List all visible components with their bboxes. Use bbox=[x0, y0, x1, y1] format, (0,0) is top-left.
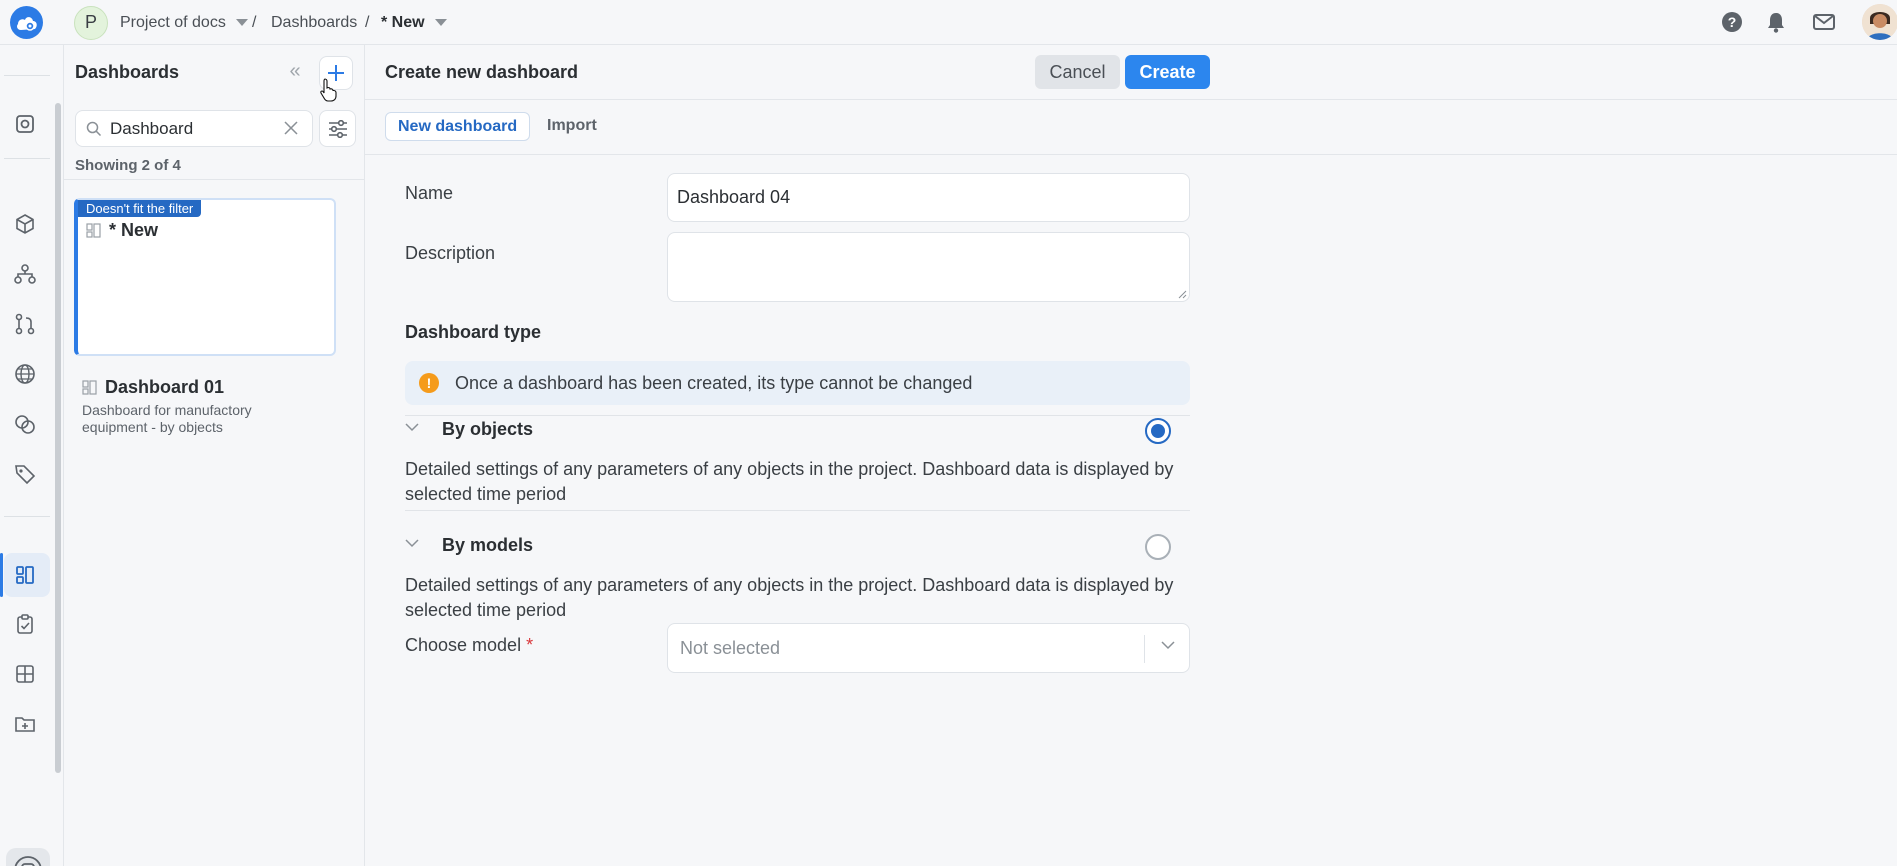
description-label: Description bbox=[405, 243, 496, 263]
collapse-panel-icon[interactable]: « bbox=[284, 61, 306, 83]
tab-import[interactable]: Import bbox=[535, 112, 609, 141]
dashboards-icon[interactable] bbox=[12, 562, 38, 588]
sliders-icon bbox=[328, 119, 347, 138]
rail-active-indicator bbox=[0, 553, 3, 597]
project-name: Project of docs bbox=[120, 13, 226, 31]
chevron-down-icon bbox=[1161, 641, 1175, 650]
card-title: Dashboard 01 bbox=[82, 377, 224, 398]
create-button[interactable]: Create bbox=[1125, 55, 1210, 89]
search-input[interactable] bbox=[110, 118, 275, 139]
option-by-models[interactable]: By models bbox=[405, 532, 1190, 562]
radio-by-models[interactable] bbox=[1145, 534, 1171, 560]
breadcrumb-dashboards[interactable]: Dashboards bbox=[271, 0, 357, 45]
dashboard-card[interactable]: Dashboard 01 Dashboard for manufactory e… bbox=[74, 377, 336, 447]
folder-add-icon[interactable] bbox=[12, 711, 38, 737]
branch-icon[interactable] bbox=[12, 311, 38, 337]
dashboard-card-new[interactable]: Doesn't fit the filter * New bbox=[74, 198, 336, 356]
option-title: By models bbox=[442, 535, 534, 555]
objects-icon[interactable] bbox=[12, 111, 38, 137]
card-title: * New bbox=[86, 220, 158, 241]
notice-text: Once a dashboard has been created, its t… bbox=[455, 372, 973, 393]
option-description: Detailed settings of any parameters of a… bbox=[405, 575, 1174, 620]
dashboard-type-title: Dashboard type bbox=[405, 322, 542, 342]
panel-divider bbox=[64, 179, 364, 180]
select-divider bbox=[1144, 635, 1145, 663]
app-logo[interactable] bbox=[10, 6, 43, 39]
model-select-value: Not selected bbox=[680, 638, 781, 658]
option-description: Detailed settings of any parameters of a… bbox=[405, 459, 1174, 504]
tab-new-dashboard[interactable]: New dashboard bbox=[385, 112, 531, 141]
card-title-label: Dashboard 01 bbox=[105, 377, 225, 397]
rail-divider bbox=[4, 75, 50, 76]
breadcrumb-separator: / bbox=[252, 13, 257, 31]
model-select[interactable]: Not selected bbox=[667, 623, 1190, 673]
tag-icon[interactable] bbox=[12, 461, 38, 487]
page-title: Create new dashboard bbox=[385, 62, 579, 82]
rail-settings-button[interactable] bbox=[6, 848, 50, 866]
svg-text:?: ? bbox=[1728, 14, 1737, 30]
tab-bar: New dashboard Import bbox=[365, 100, 1897, 155]
project-avatar: P bbox=[74, 5, 108, 40]
globe-icon[interactable] bbox=[12, 361, 38, 387]
required-mark: * bbox=[526, 635, 534, 655]
chevron-down-icon[interactable] bbox=[405, 538, 419, 548]
search-icon bbox=[86, 121, 102, 136]
user-avatar[interactable] bbox=[1862, 4, 1897, 40]
card-description: Dashboard for manufactory equipment - by… bbox=[82, 402, 252, 435]
rail-divider bbox=[4, 158, 50, 159]
chevron-down-icon[interactable] bbox=[405, 422, 419, 432]
table-icon[interactable] bbox=[12, 661, 38, 687]
cloud-logo-icon bbox=[16, 16, 37, 31]
help-icon[interactable]: ? bbox=[1720, 10, 1744, 34]
mail-icon[interactable] bbox=[1812, 10, 1836, 34]
shapes-icon[interactable] bbox=[12, 411, 38, 437]
option-by-objects[interactable]: By objects bbox=[405, 416, 1190, 446]
filter-button[interactable] bbox=[319, 110, 356, 147]
main-header: Create new dashboard Cancel Create bbox=[365, 45, 1897, 100]
bell-icon[interactable] bbox=[1764, 10, 1788, 34]
breadcrumb-current-label: * New bbox=[381, 13, 425, 31]
resize-grip-icon[interactable] bbox=[1178, 290, 1187, 299]
breadcrumb-separator: / bbox=[365, 13, 370, 31]
rail-divider bbox=[4, 516, 50, 517]
warning-icon: ! bbox=[419, 373, 439, 393]
choose-model-text: Choose model bbox=[405, 635, 522, 655]
left-rail bbox=[0, 45, 64, 866]
clear-search-icon[interactable] bbox=[282, 119, 300, 137]
choose-model-label: Choose model * bbox=[405, 635, 533, 656]
divider bbox=[405, 510, 1190, 511]
name-label: Name bbox=[405, 183, 454, 203]
filter-mismatch-badge: Doesn't fit the filter bbox=[78, 200, 202, 217]
hierarchy-icon[interactable] bbox=[12, 261, 38, 287]
dashboard-icon bbox=[82, 380, 97, 395]
search-box bbox=[75, 110, 313, 147]
cancel-button[interactable]: Cancel bbox=[1035, 55, 1120, 89]
radio-by-objects[interactable] bbox=[1145, 418, 1171, 444]
top-bar: P Project of docs / Dashboards / * New ? bbox=[0, 0, 1897, 45]
rail-scrollbar[interactable] bbox=[55, 103, 61, 773]
showing-count: Showing 2 of 4 bbox=[75, 157, 181, 174]
dashboard-icon bbox=[86, 223, 101, 238]
description-field[interactable] bbox=[667, 232, 1190, 302]
breadcrumb-current[interactable]: * New bbox=[381, 0, 447, 45]
main-content: Create new dashboard Cancel Create New d… bbox=[365, 45, 1897, 866]
name-value: Dashboard 04 bbox=[677, 187, 791, 207]
dashboards-panel: Dashboards « Showing 2 of 4 Doesn't fit … bbox=[64, 45, 365, 866]
objects-icon bbox=[14, 856, 42, 866]
chevron-down-icon bbox=[235, 19, 248, 26]
cube-icon[interactable] bbox=[12, 211, 38, 237]
type-notice: ! Once a dashboard has been created, its… bbox=[405, 361, 1190, 405]
hand-cursor-icon bbox=[320, 78, 337, 102]
panel-title: Dashboards bbox=[75, 62, 180, 82]
tasks-icon[interactable] bbox=[12, 611, 38, 637]
project-selector[interactable]: P Project of docs bbox=[74, 0, 248, 45]
card-title-label: * New bbox=[109, 220, 159, 240]
name-field[interactable]: Dashboard 04 bbox=[667, 173, 1190, 222]
option-title: By objects bbox=[442, 419, 534, 439]
chevron-down-icon bbox=[434, 19, 447, 26]
